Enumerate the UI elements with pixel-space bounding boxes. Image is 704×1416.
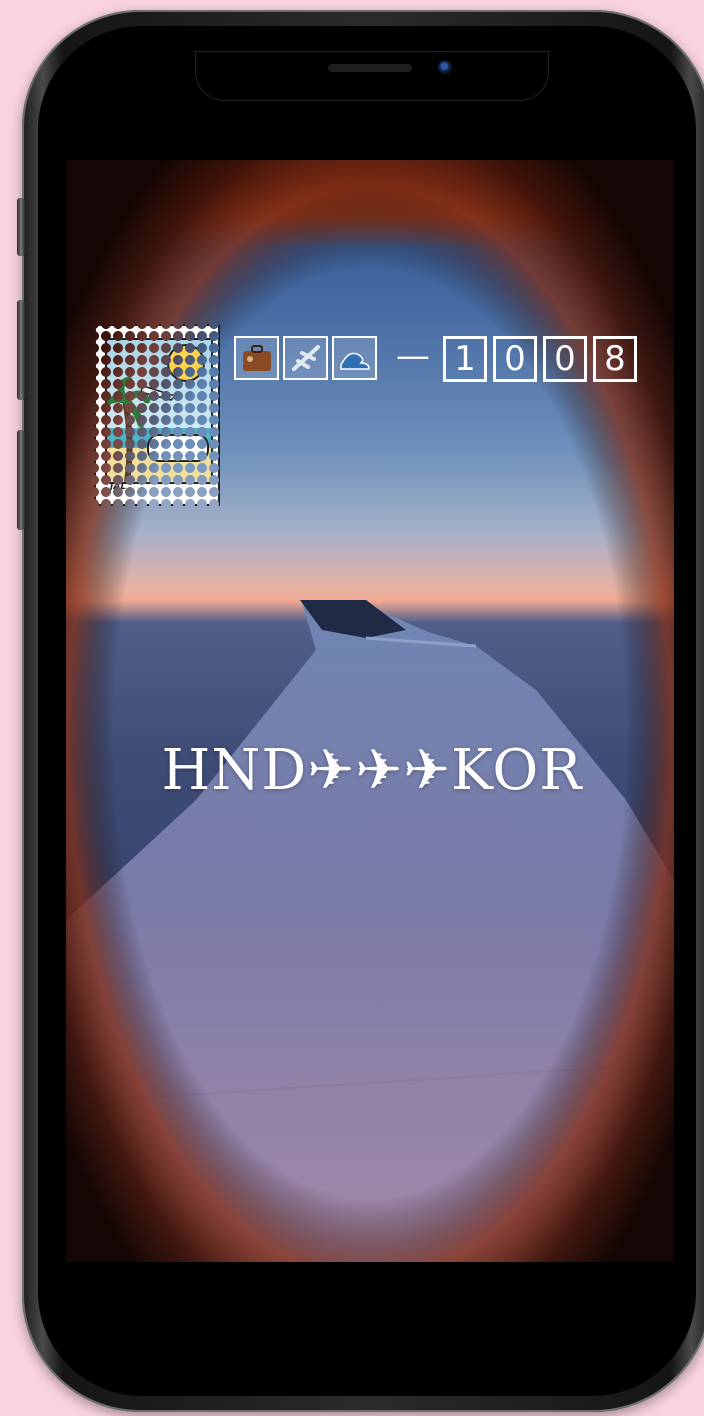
front-camera (438, 60, 452, 74)
counter-digit: 8 (593, 336, 637, 382)
stamp-label: JAL (110, 482, 127, 492)
stamp-illustration (105, 338, 213, 484)
cloud-icon (147, 434, 209, 462)
stamp-sticker: JAL (94, 324, 220, 506)
counter-digits: 1 0 0 8 (443, 336, 637, 382)
luggage-icon (234, 336, 279, 380)
mute-switch (17, 198, 25, 256)
emoji-row (234, 336, 377, 380)
airplane-icon (283, 336, 328, 380)
counter-digit: 0 (493, 336, 537, 382)
volume-down-button (17, 430, 25, 530)
wave-icon (332, 336, 377, 380)
speaker-grille (328, 64, 412, 72)
notch (196, 52, 548, 100)
route-title: HND✈✈✈KOR (161, 738, 583, 803)
story-screen: JAL — 1 0 0 8 HND✈✈✈KOR (66, 160, 674, 1262)
counter-digit: 1 (443, 336, 487, 382)
separator: — (396, 336, 430, 376)
counter-digit: 0 (543, 336, 587, 382)
volume-up-button (17, 300, 25, 400)
